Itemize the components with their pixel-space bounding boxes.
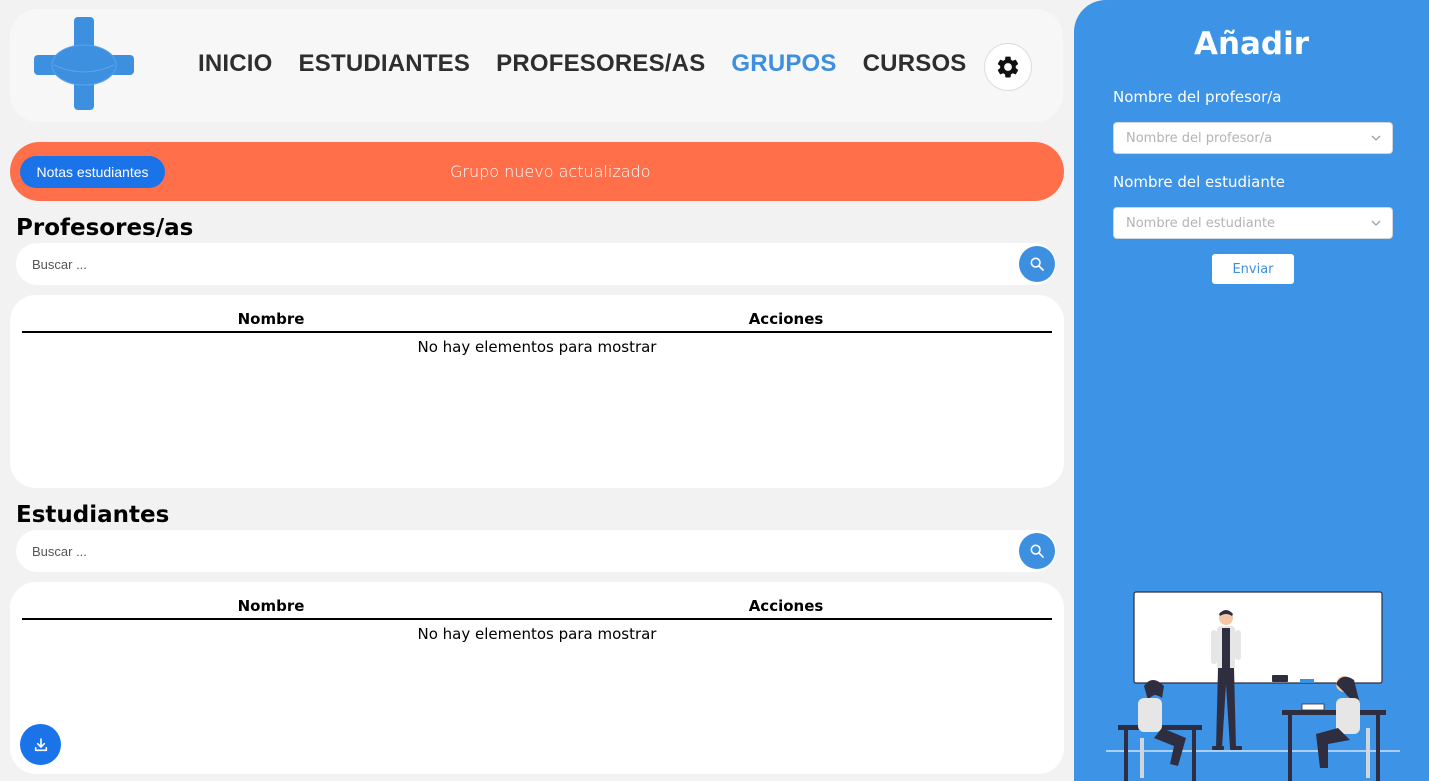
search-icon (1030, 257, 1044, 271)
profesores-search-button[interactable] (1019, 246, 1055, 282)
nav-item-inicio[interactable]: INICIO (198, 50, 273, 78)
estudiantes-table: Nombre Acciones No hay elementos para mo… (10, 582, 1064, 774)
status-alert-bar: Notas estudiantes Grupo nuevo actualizad… (10, 142, 1064, 201)
profesores-section-title: Profesores/as (16, 215, 194, 241)
enviar-button[interactable]: Enviar (1212, 254, 1294, 284)
table-header: Nombre Acciones (22, 310, 1052, 333)
main-content: INICIO ESTUDIANTES PROFESORES/AS GRUPOS … (0, 0, 1074, 781)
classroom-illustration (1106, 591, 1400, 781)
estudiante-select[interactable]: Nombre del estudiante (1113, 207, 1393, 239)
estudiantes-search-input[interactable] (32, 542, 992, 560)
profesor-select-placeholder: Nombre del profesor/a (1126, 131, 1273, 146)
settings-button[interactable] (984, 43, 1032, 91)
profesores-table: Nombre Acciones No hay elementos para mo… (10, 295, 1064, 488)
chevron-down-icon (1371, 220, 1381, 226)
notas-estudiantes-button[interactable]: Notas estudiantes (20, 156, 165, 188)
nav-item-grupos[interactable]: GRUPOS (731, 50, 836, 78)
empty-state-text: No hay elementos para mostrar (417, 338, 657, 356)
estudiante-field-label: Nombre del estudiante (1113, 173, 1285, 191)
download-button[interactable] (20, 724, 61, 765)
estudiante-select-placeholder: Nombre del estudiante (1126, 216, 1276, 231)
side-panel-title: Añadir (1193, 26, 1310, 62)
column-header-acciones: Acciones (748, 597, 824, 615)
estudiantes-search-bar (16, 530, 1056, 572)
profesor-select[interactable]: Nombre del profesor/a (1113, 122, 1393, 154)
column-header-nombre[interactable]: Nombre (22, 310, 520, 331)
table-header: Nombre Acciones (22, 597, 1052, 620)
column-header-nombre[interactable]: Nombre (22, 597, 520, 618)
gear-icon (997, 56, 1019, 78)
nav-item-cursos[interactable]: CURSOS (863, 50, 967, 78)
top-navigation-bar: INICIO ESTUDIANTES PROFESORES/AS GRUPOS … (10, 9, 1063, 122)
profesores-search-input[interactable] (32, 255, 992, 273)
logo-icon[interactable] (34, 17, 134, 110)
profesor-field-label: Nombre del profesor/a (1113, 88, 1282, 106)
alert-message: Grupo nuevo actualizado (450, 162, 651, 181)
estudiantes-section-title: Estudiantes (16, 502, 170, 528)
empty-state-text: No hay elementos para mostrar (417, 625, 657, 643)
search-icon (1030, 544, 1044, 558)
nav-item-profesores[interactable]: PROFESORES/AS (496, 50, 705, 78)
column-header-acciones: Acciones (748, 310, 824, 328)
download-icon (34, 737, 47, 751)
add-side-panel: Añadir Nombre del profesor/a Nombre del … (1074, 0, 1429, 781)
main-nav: INICIO ESTUDIANTES PROFESORES/AS GRUPOS … (198, 50, 967, 78)
chevron-down-icon (1371, 135, 1381, 141)
profesores-search-bar (16, 243, 1056, 285)
estudiantes-search-button[interactable] (1019, 533, 1055, 569)
nav-item-estudiantes[interactable]: ESTUDIANTES (299, 50, 471, 78)
